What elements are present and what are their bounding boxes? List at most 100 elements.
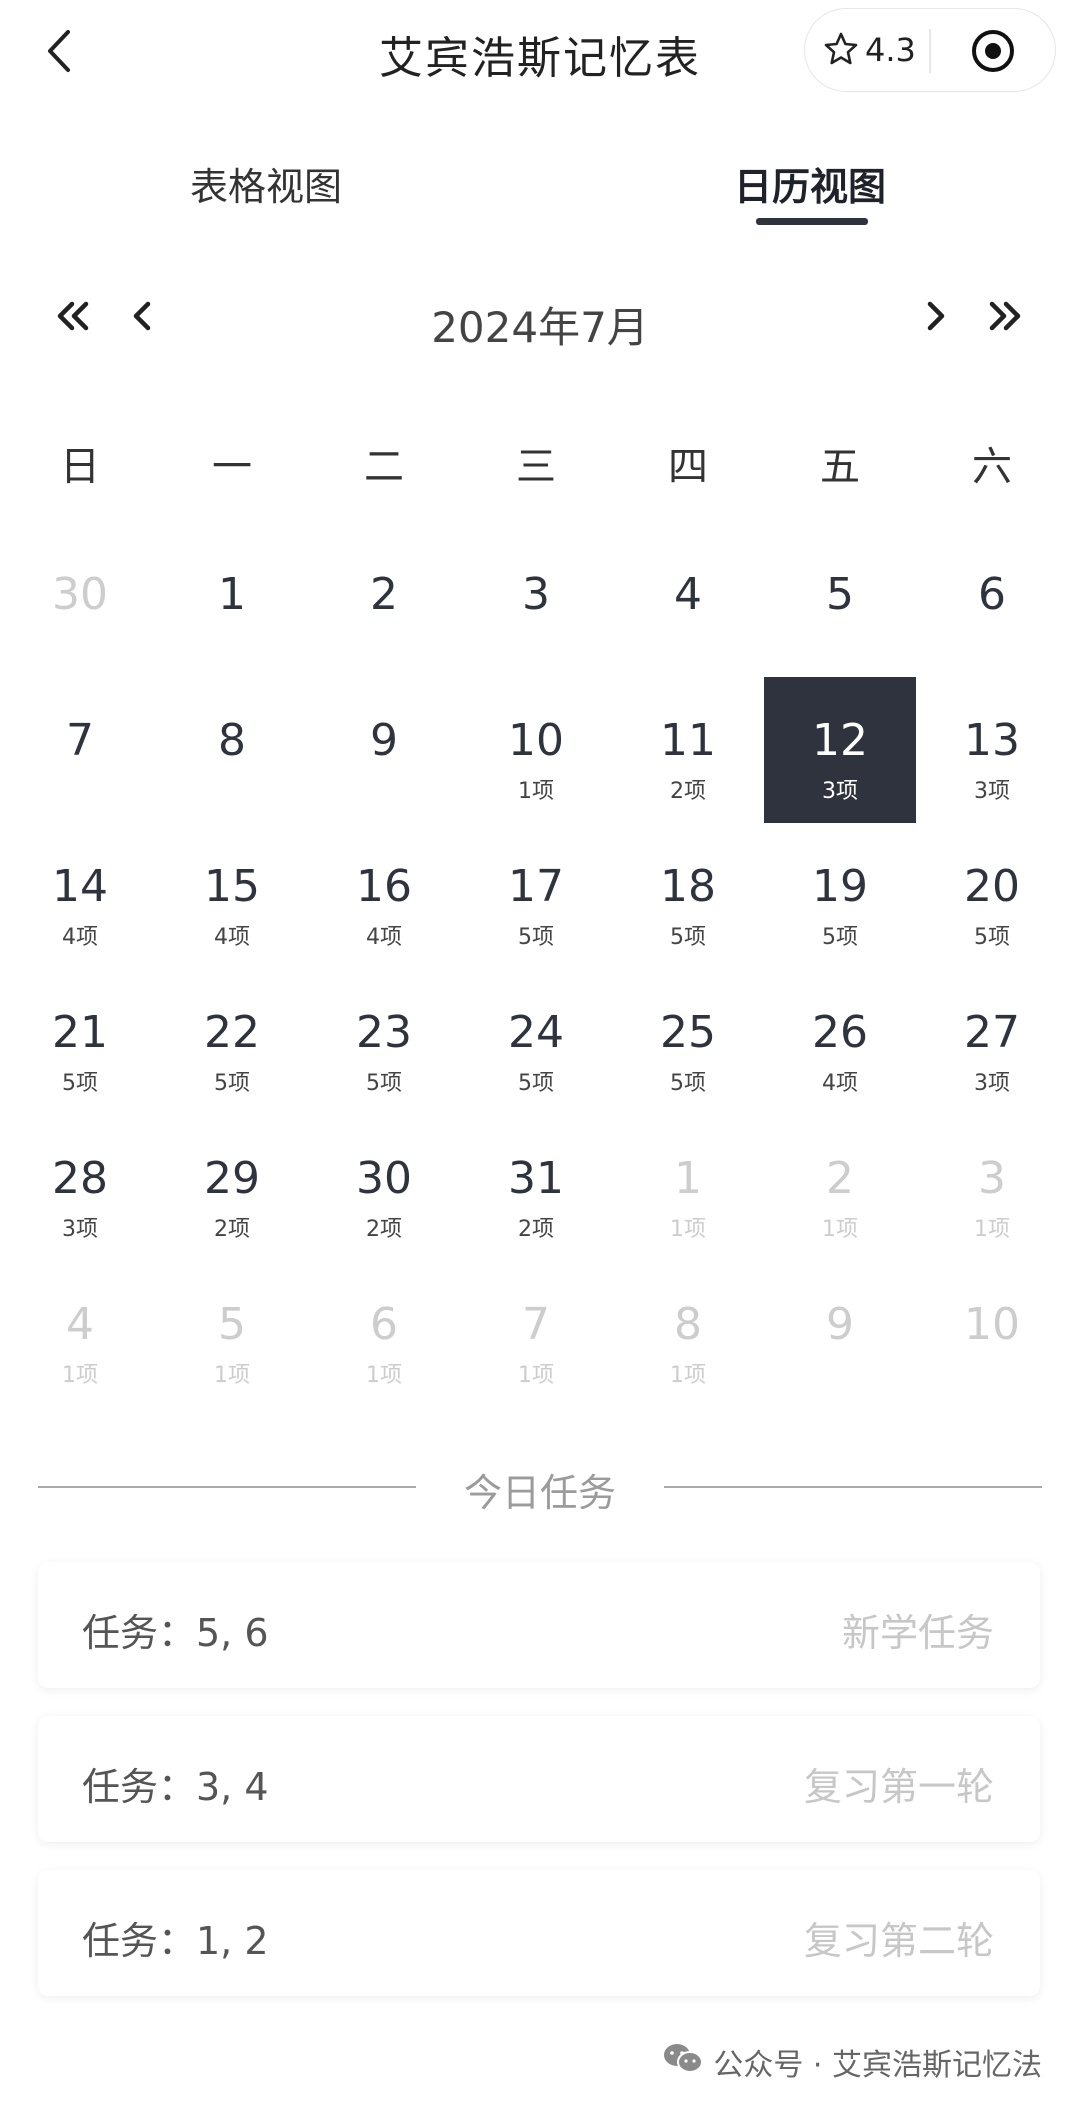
- rating-value: 4.3: [865, 31, 916, 69]
- menu-capsule: 4.3: [804, 8, 1056, 92]
- task-count: 1项: [366, 1363, 402, 1388]
- day-number: 3: [522, 569, 550, 620]
- day-number: 7: [522, 1299, 550, 1350]
- tab-table-view[interactable]: 表格视图: [190, 156, 342, 211]
- day-cell[interactable]: 28 3项: [4, 1115, 156, 1261]
- day-cell[interactable]: 6 1项: [308, 1261, 460, 1407]
- day-cell[interactable]: 10 1项: [460, 677, 612, 823]
- day-number: 10: [508, 715, 564, 766]
- task-count: 2项: [518, 1217, 554, 1242]
- star-icon[interactable]: [823, 31, 859, 67]
- task-count: 5项: [974, 925, 1010, 950]
- task-count: 5项: [214, 1071, 250, 1096]
- task-count: 1项: [974, 1217, 1010, 1242]
- day-number: 21: [52, 1007, 108, 1058]
- task-count: 2项: [670, 779, 706, 804]
- day-number: 18: [660, 861, 716, 912]
- task-count: 4项: [214, 925, 250, 950]
- day-number: 10: [964, 1299, 1020, 1350]
- day-cell[interactable]: 6: [916, 531, 1068, 677]
- day-number: 8: [218, 715, 246, 766]
- task-card[interactable]: 任务：5, 6 新学任务: [38, 1562, 1040, 1688]
- day-cell[interactable]: 9: [764, 1261, 916, 1407]
- day-cell[interactable]: 4: [612, 531, 764, 677]
- footer-watermark: 公众号 · 艾宾浩斯记忆法: [713, 2048, 1042, 2083]
- day-number: 24: [508, 1007, 564, 1058]
- day-cell[interactable]: 3: [460, 531, 612, 677]
- task-count: 3项: [822, 779, 858, 804]
- day-cell[interactable]: 22 5项: [156, 969, 308, 1115]
- task-count: 1项: [822, 1217, 858, 1242]
- day-cell[interactable]: 7 1项: [460, 1261, 612, 1407]
- day-cell[interactable]: 7: [4, 677, 156, 823]
- day-cell[interactable]: 31 2项: [460, 1115, 612, 1261]
- day-number: 27: [964, 1007, 1020, 1058]
- day-cell[interactable]: 16 4项: [308, 823, 460, 969]
- weekday-label: 五: [820, 444, 860, 490]
- day-number: 5: [218, 1299, 246, 1350]
- day-number: 3: [978, 1153, 1006, 1204]
- task-count: 5项: [670, 925, 706, 950]
- day-cell[interactable]: 15 4项: [156, 823, 308, 969]
- day-cell[interactable]: 10: [916, 1261, 1068, 1407]
- day-cell[interactable]: 5: [764, 531, 916, 677]
- day-number: 8: [674, 1299, 702, 1350]
- day-number: 5: [826, 569, 854, 620]
- day-cell[interactable]: 24 5项: [460, 969, 612, 1115]
- weekday-label: 六: [972, 444, 1012, 490]
- task-count: 5项: [62, 1071, 98, 1096]
- day-cell[interactable]: 27 3项: [916, 969, 1068, 1115]
- day-cell[interactable]: 18 5项: [612, 823, 764, 969]
- day-cell[interactable]: 2: [308, 531, 460, 677]
- task-count: 1项: [518, 779, 554, 804]
- active-tab-indicator: [756, 218, 868, 225]
- day-cell[interactable]: 1 1项: [612, 1115, 764, 1261]
- task-count: 1项: [62, 1363, 98, 1388]
- day-cell[interactable]: 21 5项: [4, 969, 156, 1115]
- day-cell-selected[interactable]: 12 3项: [764, 677, 916, 823]
- day-number: 2: [370, 569, 398, 620]
- task-count: 1项: [670, 1217, 706, 1242]
- day-cell[interactable]: 13 3项: [916, 677, 1068, 823]
- day-number: 30: [356, 1153, 412, 1204]
- day-cell[interactable]: 19 5项: [764, 823, 916, 969]
- day-number: 25: [660, 1007, 716, 1058]
- day-cell[interactable]: 25 5项: [612, 969, 764, 1115]
- day-cell[interactable]: 29 2项: [156, 1115, 308, 1261]
- day-number: 23: [356, 1007, 412, 1058]
- day-cell[interactable]: 9: [308, 677, 460, 823]
- day-cell[interactable]: 30: [4, 531, 156, 677]
- day-number: 29: [204, 1153, 260, 1204]
- task-count: 5项: [518, 925, 554, 950]
- day-cell[interactable]: 30 2项: [308, 1115, 460, 1261]
- day-cell[interactable]: 2 1项: [764, 1115, 916, 1261]
- day-number: 9: [370, 715, 398, 766]
- day-cell[interactable]: 1: [156, 531, 308, 677]
- day-cell[interactable]: 23 5项: [308, 969, 460, 1115]
- day-number: 17: [508, 861, 564, 912]
- day-number: 30: [52, 569, 108, 620]
- today-tasks-heading: 今日任务: [463, 1471, 616, 1515]
- day-number: 22: [204, 1007, 260, 1058]
- day-number: 7: [66, 715, 94, 766]
- task-card[interactable]: 任务：1, 2 复习第二轮: [38, 1870, 1040, 1996]
- day-cell[interactable]: 20 5项: [916, 823, 1068, 969]
- weekday-label: 二: [364, 444, 404, 490]
- day-number: 1: [674, 1153, 702, 1204]
- task-card[interactable]: 任务：3, 4 复习第一轮: [38, 1716, 1040, 1842]
- task-count: 2项: [366, 1217, 402, 1242]
- day-cell[interactable]: 11 2项: [612, 677, 764, 823]
- day-cell[interactable]: 8: [156, 677, 308, 823]
- next-month-icon[interactable]: [914, 296, 954, 336]
- nav-bar: 艾宾浩斯记忆表 4.3: [0, 0, 1080, 100]
- next-year-icon[interactable]: [984, 296, 1024, 336]
- day-cell[interactable]: 14 4项: [4, 823, 156, 969]
- day-cell[interactable]: 8 1项: [612, 1261, 764, 1407]
- day-cell[interactable]: 4 1项: [4, 1261, 156, 1407]
- tab-calendar-view[interactable]: 日历视图: [734, 156, 886, 211]
- day-cell[interactable]: 3 1项: [916, 1115, 1068, 1261]
- day-cell[interactable]: 17 5项: [460, 823, 612, 969]
- day-cell[interactable]: 5 1项: [156, 1261, 308, 1407]
- day-cell[interactable]: 26 4项: [764, 969, 916, 1115]
- close-target-icon[interactable]: [969, 27, 1017, 75]
